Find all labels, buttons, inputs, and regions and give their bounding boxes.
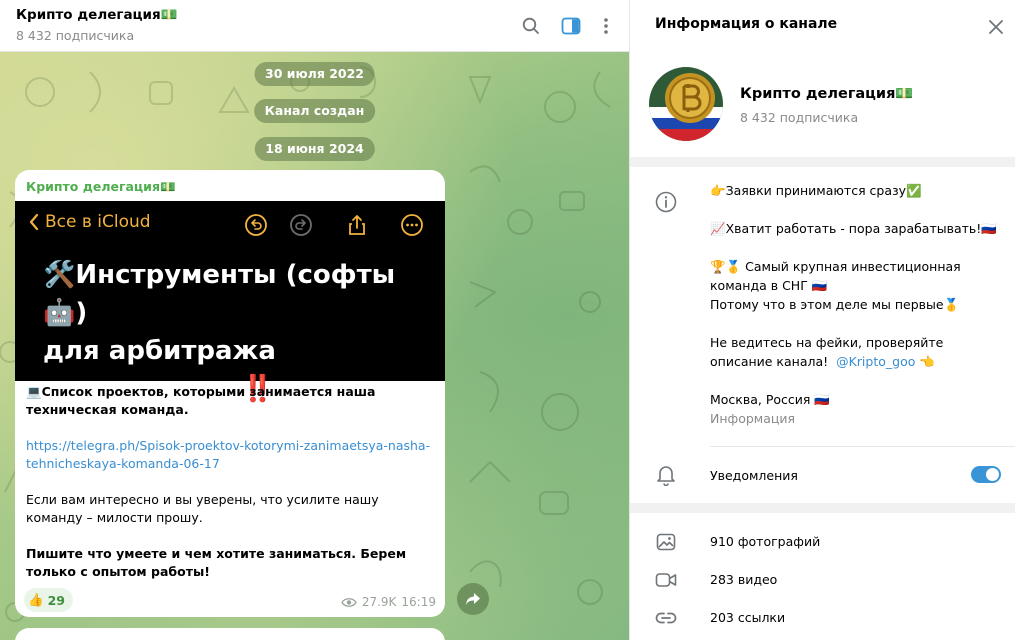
post-link[interactable]: https://telegra.ph/Spisok-proektov-kotor…	[26, 438, 430, 471]
share-upload-icon	[349, 215, 365, 235]
post-text: 💻Список проектов, которыми занимается на…	[26, 383, 436, 599]
description-line: Потому что в этом деле мы первые🥇	[710, 297, 960, 312]
post-image[interactable]: Все в iCloud 🛠️Инструменты (софты🤖) для …	[15, 201, 445, 404]
post-author[interactable]: Крипто делегация💵	[26, 179, 176, 195]
channel-mention-link[interactable]: @Kripto_goo	[836, 354, 915, 369]
bell-icon	[654, 463, 678, 487]
media-row-links[interactable]: 203 ссылки	[630, 599, 1015, 637]
channel-location: Москва, Россия 🇷🇺	[710, 392, 830, 407]
image-headline-line: 🛠️Инструменты (софты🤖)	[43, 260, 396, 328]
close-icon[interactable]	[984, 15, 1008, 39]
chevron-left-icon	[29, 213, 39, 231]
reaction-count: 29	[47, 592, 65, 608]
icloud-back-text: Все в iCloud	[45, 212, 151, 232]
description-line: 👉Заявки принимаются сразу✅	[710, 183, 922, 198]
date-pill: 18 июня 2024	[254, 137, 375, 161]
channel-post[interactable]: Крипто делегация💵 Все в iCloud 🛠️Инструм…	[15, 170, 445, 617]
more-vertical-icon[interactable]	[594, 14, 618, 38]
post-paragraph: Пишите что умеете и чем хотите заниматьс…	[26, 546, 407, 579]
links-count: 203 ссылки	[710, 610, 786, 625]
service-message-channel-created: Канал создан	[253, 99, 376, 123]
post-time: 16:19	[401, 595, 436, 609]
description-line: 📈Хватит работать - пора зарабатывать!🇷🇺	[710, 221, 997, 236]
date-pill: 30 июля 2022	[254, 62, 375, 86]
link-icon	[654, 606, 678, 630]
share-icon	[466, 593, 480, 605]
thumbs-up-emoji: 👍	[28, 592, 44, 607]
photo-icon	[654, 530, 678, 554]
search-icon[interactable]	[519, 14, 543, 38]
post-meta: 27.9K 16:19	[341, 595, 436, 609]
sidebar-toggle-icon[interactable]	[559, 14, 583, 38]
next-channel-post[interactable]	[15, 628, 445, 640]
chat-header[interactable]: Крипто делегация💵 8 432 подписчика	[0, 0, 629, 52]
notifications-label: Уведомления	[710, 468, 798, 483]
section-divider	[630, 503, 1015, 513]
undo-icon	[245, 214, 267, 236]
channel-avatar[interactable]	[649, 67, 723, 141]
info-icon	[654, 190, 678, 214]
row-separator	[710, 446, 1015, 447]
media-row-videos[interactable]: 283 видео	[630, 561, 1015, 599]
chat-panel: Крипто делегация💵 8 432 подписчика 30 ию…	[0, 0, 629, 640]
info-panel-title: Информация о канале	[655, 16, 838, 32]
notifications-toggle[interactable]	[971, 466, 1001, 483]
video-icon	[654, 568, 678, 592]
eye-icon	[341, 597, 357, 607]
more-horizontal-icon	[401, 214, 423, 236]
reaction-button[interactable]: 👍 29	[24, 588, 73, 612]
section-divider	[630, 157, 1015, 167]
channel-subscribers: 8 432 подписчика	[740, 110, 859, 125]
description-line: 👈	[915, 354, 935, 369]
channel-name: Крипто делегация💵	[740, 86, 914, 102]
post-paragraph: Если вам интересно и вы уверены, что уси…	[26, 492, 379, 525]
chat-title[interactable]: Крипто делегация💵	[16, 7, 178, 23]
description-label: Информация	[710, 411, 796, 426]
videos-count: 283 видео	[710, 572, 778, 587]
channel-info-panel: Информация о канале Крипто делегация💵 8 …	[629, 0, 1015, 640]
image-headline-line: для арбитража	[43, 336, 276, 366]
redo-icon	[290, 214, 312, 236]
description-line: 🏆🥇 Самый крупная инвестиционная команда …	[710, 259, 961, 293]
media-row-photos[interactable]: 910 фотографий	[630, 523, 1015, 561]
post-views: 27.9K	[361, 595, 397, 609]
toggle-knob	[986, 468, 999, 481]
channel-description: 👉Заявки принимаются сразу✅ 📈Хватит работ…	[710, 181, 1000, 428]
forward-post-button[interactable]	[457, 583, 489, 615]
post-paragraph: 💻Список проектов, которыми занимается на…	[26, 384, 376, 417]
photos-count: 910 фотографий	[710, 534, 821, 549]
icloud-back-label: Все в iCloud	[29, 212, 151, 232]
chat-subscribers: 8 432 подписчика	[16, 28, 135, 43]
